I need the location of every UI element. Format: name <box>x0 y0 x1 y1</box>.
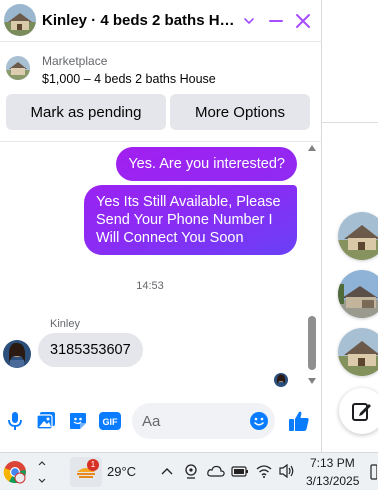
taskbar-overflow-chevron[interactable] <box>35 455 49 489</box>
chat-title[interactable]: Kinley · 4 beds 2 baths Ho… <box>42 12 238 29</box>
sender-avatar[interactable] <box>3 340 31 368</box>
show-hidden-icons-chevron[interactable] <box>160 463 174 479</box>
photo-icon[interactable] <box>35 410 57 432</box>
volume-icon[interactable] <box>278 462 296 480</box>
listing-avatar[interactable] <box>4 4 36 36</box>
clock-time[interactable]: 7:13 PM <box>310 456 355 470</box>
chat-header[interactable]: Kinley · 4 beds 2 baths Ho… <box>0 0 322 42</box>
minimize-icon[interactable] <box>265 10 287 32</box>
read-receipt-avatar <box>274 373 288 387</box>
microphone-icon[interactable] <box>4 410 26 432</box>
new-message-button[interactable] <box>339 388 378 434</box>
chat-head-2[interactable] <box>338 270 378 318</box>
wifi-icon[interactable] <box>255 462 273 480</box>
mark-as-pending-button[interactable]: Mark as pending <box>6 94 166 130</box>
listing-description[interactable]: $1,000 – 4 beds 2 baths House <box>42 72 216 86</box>
gif-label: GIF <box>103 417 119 427</box>
message-thread[interactable]: Yes. Are you interested? Yes Its Still A… <box>0 142 322 390</box>
sender-name: Kinley <box>50 318 80 330</box>
weather-badge: 1 <box>87 459 99 471</box>
chevron-down-icon[interactable] <box>238 10 260 32</box>
listing-thumbnail[interactable] <box>6 56 30 80</box>
like-icon[interactable] <box>288 410 310 432</box>
chat-head-3[interactable] <box>338 328 378 376</box>
notification-edge[interactable] <box>368 461 378 483</box>
onedrive-cloud-icon[interactable] <box>207 462 225 480</box>
listing-source: Marketplace <box>42 54 108 68</box>
scroll-down-arrow-icon[interactable] <box>308 378 316 384</box>
weather-temperature[interactable]: 29°C <box>107 464 136 479</box>
chrome-icon[interactable] <box>2 459 28 485</box>
close-icon[interactable] <box>292 10 314 32</box>
incoming-message[interactable]: 3185353607 <box>38 333 143 367</box>
message-timestamp: 14:53 <box>136 280 164 292</box>
more-options-button[interactable]: More Options <box>170 94 310 130</box>
outgoing-message[interactable]: Yes. Are you interested? <box>116 147 297 181</box>
scroll-thumb[interactable] <box>308 316 316 370</box>
divider <box>322 122 378 123</box>
gif-icon[interactable]: GIF <box>98 410 122 432</box>
chat-window: Kinley · 4 beds 2 baths Ho… Marketplace … <box>0 0 322 452</box>
clock-date[interactable]: 3/13/2025 <box>306 474 359 488</box>
outgoing-message[interactable]: Yes Its Still Available, Please Send You… <box>84 185 297 255</box>
camera-icon[interactable] <box>183 462 199 480</box>
taskbar: 1 29°C 7:13 PM 3/13/2025 <box>0 452 378 490</box>
message-composer: GIF <box>0 390 322 452</box>
sticker-icon[interactable] <box>67 410 89 432</box>
chat-head-1[interactable] <box>338 212 378 260</box>
battery-icon[interactable] <box>231 462 249 480</box>
scroll-up-arrow-icon[interactable] <box>308 145 316 151</box>
message-scrollbar[interactable] <box>305 142 319 390</box>
compose-icon <box>352 403 371 421</box>
emoji-icon[interactable] <box>248 410 270 432</box>
listing-card: Marketplace $1,000 – 4 beds 2 baths Hous… <box>0 42 322 142</box>
